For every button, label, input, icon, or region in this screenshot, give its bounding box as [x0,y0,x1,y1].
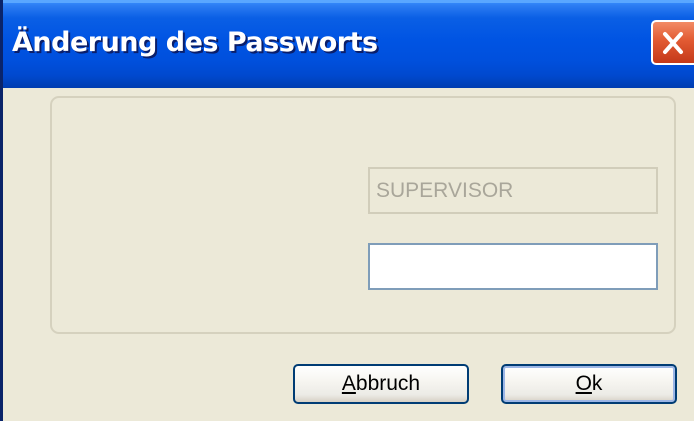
titlebar-highlight [0,0,694,3]
ok-label: k [591,372,603,395]
ok-mnemonic: O [575,372,592,395]
password-field[interactable] [368,243,658,290]
close-icon [663,32,683,54]
username-field[interactable] [368,167,658,214]
credentials-groupbox [50,96,676,334]
ok-button[interactable]: Ok [501,364,677,404]
password-change-dialog: Änderung des Passworts Abbruch Ok [0,0,694,421]
cancel-label: bbruch [355,372,421,395]
titlebar[interactable]: Änderung des Passworts [0,0,694,88]
window-left-border [0,0,3,421]
cancel-mnemonic: A [341,372,356,395]
window-title: Änderung des Passworts [12,27,378,58]
cancel-button[interactable]: Abbruch [293,364,469,404]
close-button[interactable] [651,20,694,65]
